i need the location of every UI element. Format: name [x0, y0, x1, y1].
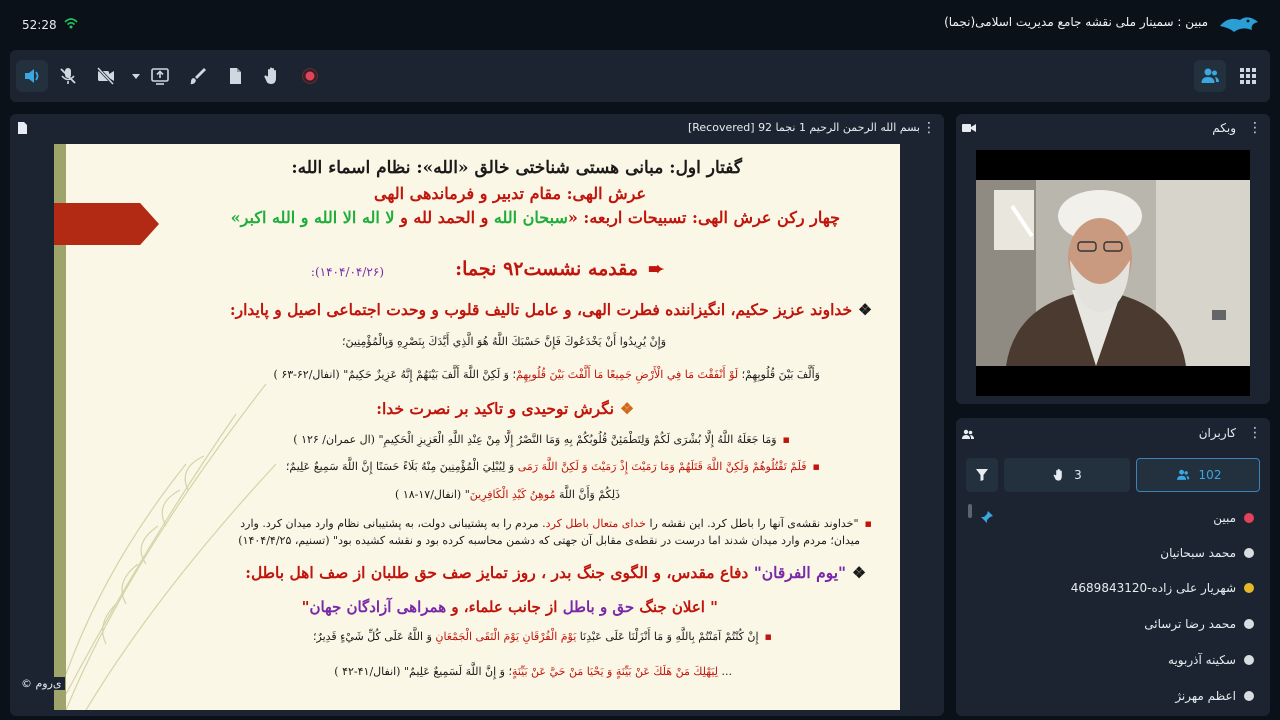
speaker-icon [25, 69, 39, 83]
grid-view-button[interactable] [1232, 60, 1264, 92]
slide-verse-6: ▪إِنْ كُنْتُمْ آمَنْتُمْ بِاللَّهِ وَ مَ… [313, 630, 772, 643]
raised-hands-tab[interactable]: 3 [1004, 458, 1130, 492]
users-icon [1201, 68, 1219, 83]
all-users-tab[interactable]: 102 [1136, 458, 1260, 492]
users-label: کاربران [1198, 426, 1236, 440]
user-status-icon [1244, 619, 1254, 629]
users-panel-button[interactable] [1194, 60, 1226, 92]
slide-line-3: چهار رکن عرش الهی: تسبیحات اربعه: «سبحان… [230, 208, 840, 227]
share-screen-button[interactable] [144, 60, 176, 92]
user-row[interactable]: سکینه آذربویه [1168, 650, 1254, 670]
slide-bullet-2: ❖نگرش توحیدی و تاکید بر نصرت خدا: [376, 399, 634, 418]
slide-heading-date: (۱۴۰۴/۰۴/۲۶): [310, 265, 384, 279]
speaker-video-frame [976, 150, 1250, 396]
user-row[interactable]: اعظم مهرنژ [1175, 686, 1254, 706]
user-status-icon [1244, 548, 1254, 558]
slide-note-line-2: میدان؛ مردم وارد میدان شدند اما درست در … [238, 534, 860, 547]
user-name: سکینه آذربویه [1168, 653, 1236, 667]
user-name: مبین [1213, 511, 1236, 525]
user-status-icon [1244, 583, 1254, 593]
toolbar [10, 50, 1270, 102]
users-small-icon [962, 429, 974, 439]
users-scrollbar[interactable] [968, 504, 972, 518]
user-name: محمد رضا ترسائی [1144, 617, 1236, 631]
record-button[interactable] [294, 60, 326, 92]
raise-hand-icon [264, 67, 276, 84]
slide-bullet-1: ❖خداوند عزیز حکیم، انگیزاننده فطرت الهی،… [229, 300, 872, 319]
signal-icon [64, 18, 78, 29]
user-status-icon [1244, 513, 1254, 523]
brush-button[interactable] [182, 60, 214, 92]
camera-dropdown-caret[interactable] [132, 74, 140, 79]
users-menu-icon[interactable]: ⋮ [1248, 425, 1262, 441]
camera-off-icon [96, 66, 115, 86]
mic-button[interactable] [52, 60, 84, 92]
camera-button[interactable] [90, 60, 122, 92]
brush-icon [190, 68, 206, 85]
user-name: اعظم مهرنژ [1175, 689, 1236, 703]
user-name: شهریار علی زاده-4689843120 [1070, 581, 1236, 595]
slide-verse-4: ▪فَلَمْ تَقْتُلُوهُمْ وَلَكِنَّ اللَّهَ … [285, 460, 820, 473]
user-row[interactable]: محمد رضا ترسائی [1144, 614, 1254, 634]
presentation-menu-icon[interactable]: ⋮ [922, 120, 936, 136]
slide-verse-7: ... لِيَهْلِكَ مَنْ هَلَكَ عَنْ بَيِّنَة… [334, 665, 732, 678]
user-status-icon [1244, 691, 1254, 701]
raise-hand-button[interactable] [256, 60, 288, 92]
share-screen-icon [151, 68, 169, 85]
user-row[interactable]: محمد سبحانیان [1160, 543, 1254, 563]
users-panel: کاربران ⋮ 3 102 مبین محمد سبحانیان شهریا… [956, 418, 1270, 716]
copyright-label: © ی‌روم [18, 677, 65, 690]
record-icon [302, 68, 318, 84]
mic-off-icon [60, 68, 76, 84]
slide-note: ▪"خداوند نقشه‌ی آنها را باطل کرد. این نق… [240, 517, 872, 530]
files-button[interactable] [219, 60, 251, 92]
clock: 52:28 [22, 18, 57, 32]
slide: گفتار اول: مبانی هستی شناختی خالق «الله»… [54, 144, 900, 710]
decorative-leaves [66, 383, 276, 710]
slide-line-2: عرش الهی: مقام تدبیر و فرماندهی الهی [374, 184, 646, 203]
user-name: محمد سبحانیان [1160, 546, 1236, 560]
users-total-count: 102 [1198, 468, 1222, 482]
user-row[interactable]: شهریار علی زاده-4689843120 [1071, 578, 1254, 598]
webcam-label: وبکم [1212, 121, 1236, 135]
presentation-panel: بسم الله الرحمن الرحیم 1 نجما 92 [Recove… [10, 114, 944, 716]
users-icon [1176, 469, 1189, 480]
speaker-button[interactable] [16, 60, 48, 92]
app-title: مبین : سمینار ملی نقشه جامع مدیریت اسلام… [944, 15, 1208, 29]
user-status-icon [1244, 655, 1254, 665]
slide-verse-3: ▪وَمَا جَعَلَهُ اللَّهُ إِلَّا بُشْرَى ل… [293, 433, 790, 446]
slide-sub-heading: " اعلان جنگ حق و باطل از جانب علماء، و ه… [301, 598, 718, 616]
webcam-video[interactable] [976, 150, 1250, 396]
slide-verse-5: ذَلِكُمْ وَأَنَّ اللَّهَ مُوهِنُ كَيْدِ … [395, 488, 620, 501]
slide-verse-1: وَإِنْ يُرِيدُوا أَنْ يَخْدَعُوكَ فَإِنَ… [342, 335, 666, 348]
webcam-menu-icon[interactable]: ⋮ [1248, 120, 1262, 136]
camera-icon [962, 124, 976, 132]
app-logo-icon [1220, 17, 1258, 32]
file-icon [18, 122, 27, 134]
filter-button[interactable] [966, 458, 998, 492]
slide-heading: ➨مقدمه نشست۹۲ نجما: [455, 258, 664, 280]
pin-icon[interactable] [980, 510, 994, 524]
presentation-header: بسم الله الرحمن الرحیم 1 نجما 92 [Recove… [10, 114, 944, 142]
status-bar: 52:28 مبین : سمینار ملی نقشه جامع مدیریت… [0, 0, 1280, 50]
user-row[interactable]: مبین [1213, 508, 1254, 528]
slide-line-1: گفتار اول: مبانی هستی شناختی خالق «الله»… [291, 158, 742, 178]
slide-verse-2: وَأَلَّفَ بَيْنَ قُلُوبِهِمْ؛ لَوْ أَنْف… [273, 368, 820, 381]
webcam-panel: وبکم ⋮ [956, 114, 1270, 404]
files-icon [230, 68, 241, 84]
slide-ribbon [54, 203, 159, 245]
grid-icon [1240, 68, 1256, 84]
raised-hands-count: 3 [1074, 468, 1082, 482]
slide-bullet-3: ❖"یوم الفرقان" دفاع مقدس، و الگوی جنگ بد… [245, 563, 866, 582]
filter-icon [976, 469, 988, 481]
presentation-title: بسم الله الرحمن الرحیم 1 نجما 92 [Recove… [687, 121, 920, 134]
raise-hand-icon [1053, 469, 1062, 481]
